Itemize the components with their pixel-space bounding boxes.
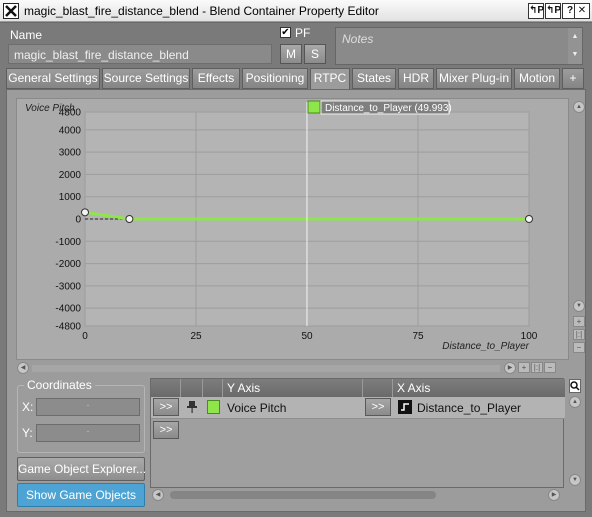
window-title: magic_blast_fire_distance_blend - Blend … [24,4,379,18]
scroll-right-icon[interactable]: ▶ [548,489,560,501]
cursor-label: Distance_to_Player (49.993) [325,103,452,114]
editor-body: Name magic_blast_fire_distance_blend ✔ P… [0,23,592,517]
show-game-objects-button[interactable]: Show Game Objects [17,483,145,507]
scroll-up-icon[interactable]: ▲ [569,396,581,408]
y-tick-label: -4000 [55,304,81,315]
zoom-out-icon[interactable]: − [573,342,585,353]
name-field[interactable]: magic_blast_fire_distance_blend [8,44,272,64]
zoom-in-icon[interactable]: + [573,316,585,327]
col-x-axis[interactable]: X Axis [393,379,565,397]
y-tick-label: -1000 [55,237,81,248]
notes-scrollbar[interactable]: ▲ ▼ [568,28,582,64]
notes-placeholder: Notes [342,32,374,46]
zoom-fit-icon[interactable]: |:| [531,362,543,373]
y-coord-field[interactable]: - [36,424,140,442]
tab-source-settings[interactable]: Source Settings [102,68,190,89]
y-tick-label: 0 [75,215,81,226]
x-axis-picker-button[interactable]: >> [365,398,391,416]
x-tick-label: 75 [412,331,424,342]
table-header: Y Axis X Axis [151,379,565,397]
pin-icon[interactable] [186,400,198,414]
scroll-left-icon[interactable]: ◀ [17,362,29,374]
x-tick-label: 25 [190,331,202,342]
y-axis-value: Voice Pitch [227,401,287,415]
tab-rtpc[interactable]: RTPC [310,68,350,90]
scroll-down-icon[interactable]: ▼ [573,300,585,312]
y-axis-label: Voice Pitch [25,103,75,114]
y-tick-label: 2000 [59,170,82,181]
zoom-fit-icon[interactable]: |:| [573,329,585,340]
rtpc-graph[interactable]: 4800 4000 3000 2000 1000 0 -1000 -2000 -3000 -400… [16,98,569,360]
tab-effects[interactable]: Effects [192,68,240,89]
pf-label: PF [295,26,311,40]
scroll-up-icon[interactable]: ▲ [568,28,582,46]
close-button[interactable]: ✕ [574,3,590,19]
curve-control-point[interactable] [81,208,89,217]
mute-button[interactable]: M [280,44,302,64]
game-object-explorer-button[interactable]: Game Object Explorer... [17,457,146,481]
rtpc-graph-canvas[interactable]: 480040003000200010000-1000-2000-3000-400… [17,99,570,361]
tab-mixer-plugin[interactable]: Mixer Plug-in [436,68,512,89]
color-swatch[interactable] [207,400,220,414]
scroll-down-icon[interactable]: ▼ [569,474,581,486]
unpin-icon[interactable]: ↰P [545,3,561,19]
coordinates-group: Coordinates X: - Y: - [17,378,145,453]
scroll-down-icon[interactable]: ▼ [568,46,582,64]
curve-control-point[interactable] [525,215,533,223]
x-tick-label: 0 [82,331,88,342]
tab-add[interactable]: + [562,68,584,89]
y-tick-label: 3000 [59,148,82,159]
scroll-up-icon[interactable]: ▲ [573,101,585,113]
y-tick-label: 4000 [59,125,82,136]
tab-hdr[interactable]: HDR [398,68,434,89]
y-tick-label: 1000 [59,192,82,203]
col-y-axis[interactable]: Y Axis [223,379,363,397]
add-row-button[interactable]: >> [153,421,179,439]
col-color [203,379,223,397]
col-expand [151,379,181,397]
curve-control-point[interactable] [125,215,134,223]
x-axis-label: Distance_to_Player [442,341,529,352]
pf-checkbox[interactable]: ✔ [280,27,291,38]
rtpc-panel: 4800 4000 3000 2000 1000 0 -1000 -2000 -3000 -400… [6,89,586,512]
graph-vertical-scrollbar[interactable]: ▲ ▼ + |:| − [573,98,585,360]
tab-general-settings[interactable]: General Settings [6,68,100,89]
cursor-color-swatch [307,100,321,114]
table-vertical-scrollbar[interactable]: ▲ ▼ [568,378,582,488]
table-horizontal-scrollbar[interactable]: ◀ ▶ [150,488,564,501]
x-coord-label: X: [22,400,34,414]
zoom-in-icon[interactable]: + [518,362,530,373]
x-tick-label: 50 [301,331,313,342]
tab-motion[interactable]: Motion [514,68,560,89]
y-tick-label: -2000 [55,259,81,270]
x-axis-value[interactable]: Distance_to_Player [417,401,521,415]
scroll-track[interactable] [32,365,500,372]
wwise-logo-icon [3,3,19,19]
expand-button[interactable]: >> [153,398,179,416]
scroll-right-icon[interactable]: ▶ [504,362,516,374]
scroll-thumb[interactable] [170,491,436,499]
scroll-left-icon[interactable]: ◀ [152,489,164,501]
y-coord-label: Y: [22,426,33,440]
name-label: Name [10,28,43,42]
tab-states[interactable]: States [352,68,396,89]
title-bar: magic_blast_fire_distance_blend - Blend … [0,0,592,22]
y-tick-label: -4800 [55,322,81,333]
col-pin [181,379,203,397]
pin-icon[interactable]: ↰P [528,3,544,19]
zoom-out-icon[interactable]: − [544,362,556,373]
tab-bar: General Settings Source Settings Effects… [6,68,586,90]
table-row[interactable]: >> Voice Pitch >> Distance_to_Player [151,397,565,419]
tab-positioning[interactable]: Positioning [242,68,308,89]
col-expand-x [363,379,393,397]
solo-button[interactable]: S [304,44,326,64]
x-coord-field[interactable]: - [36,398,140,416]
y-tick-label: -3000 [55,281,81,292]
table-search-icon[interactable] [569,379,581,393]
coordinates-title: Coordinates [24,378,95,392]
game-parameter-icon [398,400,412,414]
rtpc-table: Y Axis X Axis >> Voice Pitch >> Distance… [150,378,565,488]
notes-field[interactable]: Notes ▲ ▼ [335,27,583,65]
graph-horizontal-scrollbar[interactable]: ◀ ▶ + |:| − [16,362,569,374]
